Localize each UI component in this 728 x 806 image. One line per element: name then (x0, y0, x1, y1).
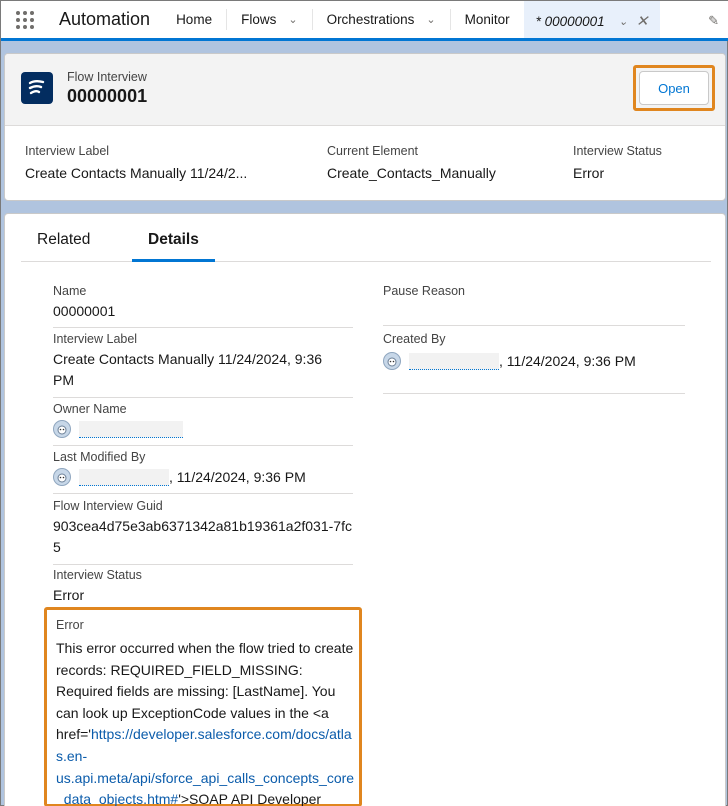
tab-label: * 00000001 (535, 13, 605, 29)
app-launcher-icon[interactable] (1, 1, 49, 38)
last-modified-user-link[interactable] (79, 468, 169, 486)
chevron-down-icon[interactable]: ⌄ (426, 13, 435, 26)
record-tabs: Related Details (21, 214, 711, 262)
field-label: Error (56, 618, 84, 632)
highlight-label: Interview Label (25, 144, 110, 158)
field-owner-name: Owner Name (53, 402, 353, 446)
field-value: Error (53, 587, 85, 603)
open-button[interactable]: Open (639, 71, 709, 105)
created-by-date: , 11/24/2024, 9:36 PM (499, 353, 636, 369)
nav-item-monitor[interactable]: Monitor (451, 1, 524, 38)
nav-item-label: Monitor (464, 12, 510, 27)
highlight-value: Error (573, 165, 605, 181)
last-modified-date: , 11/24/2024, 9:36 PM (169, 469, 306, 485)
tab-related[interactable]: Related (37, 231, 90, 259)
field-value: Create Contacts Manually 11/24/2024, 9:3… (53, 351, 323, 388)
chevron-down-icon[interactable]: ⌄ (619, 15, 628, 28)
created-by-user-link[interactable] (409, 352, 499, 370)
owner-user-link[interactable] (79, 420, 183, 438)
field-label: Created By (383, 332, 446, 346)
tab-record-00000001[interactable]: * 00000001 ⌄ ✕ (523, 1, 661, 38)
error-text: '>SOAP API Developer (178, 791, 322, 806)
nav-item-label: Flows (241, 12, 277, 27)
avatar (53, 468, 71, 486)
close-icon[interactable]: ✕ (636, 12, 649, 30)
highlights-panel: Interview Label Create Contacts Manually… (5, 126, 725, 200)
field-label: Last Modified By (53, 450, 146, 464)
avatar (383, 352, 401, 370)
highlight-interview-status: Interview Status Error (573, 144, 662, 181)
field-created-by: Created By , 11/24/2024, 9:36 PM (383, 332, 685, 394)
nav-item-orchestrations[interactable]: Orchestrations ⌄ (313, 1, 450, 38)
field-name: Name 00000001 (53, 284, 353, 328)
field-label: Name (53, 284, 87, 298)
field-value: 903cea4d75e3ab6371342a81b19361a2f031-7fc… (53, 518, 352, 555)
highlight-interview-label: Interview Label Create Contacts Manually… (25, 144, 247, 181)
highlight-label: Current Element (327, 144, 419, 158)
error-message: This error occurred when the flow tried … (56, 638, 356, 806)
nav-item-flows[interactable]: Flows ⌄ (227, 1, 311, 38)
field-interview-label: Interview Label Create Contacts Manually… (53, 332, 353, 398)
field-label: Flow Interview Guid (53, 499, 163, 513)
record-header: Flow Interview 00000001 Open Interview L… (4, 53, 726, 201)
field-flow-interview-guid: Flow Interview Guid 903cea4d75e3ab637134… (53, 499, 353, 565)
flow-interview-icon (21, 72, 53, 104)
top-nav-bar: Automation Home Flows ⌄ Orchestrations ⌄ M… (1, 1, 728, 41)
field-label: Pause Reason (383, 284, 466, 298)
field-label: Owner Name (53, 402, 127, 416)
field-label: Interview Label (53, 332, 138, 346)
field-last-modified-by: Last Modified By , 11/24/2024, 9:36 PM (53, 450, 353, 494)
object-type-label: Flow Interview (67, 70, 147, 84)
app-name: Automation (59, 9, 151, 29)
highlight-current-element: Current Element Create_Contacts_Manually (327, 144, 496, 181)
tab-details[interactable]: Details (132, 231, 215, 262)
nav-item-home[interactable]: Home (162, 1, 226, 38)
field-interview-status: Interview Status Error (53, 568, 353, 610)
page-title: 00000001 (67, 86, 148, 106)
highlight-value: Create_Contacts_Manually (327, 165, 496, 181)
nav-item-label: Home (176, 12, 213, 27)
avatar (53, 420, 71, 438)
chevron-down-icon[interactable]: ⌄ (288, 13, 297, 26)
field-pause-reason: Pause Reason (383, 284, 685, 326)
field-error: Error This error occurred when the flow … (44, 607, 362, 806)
pencil-icon[interactable]: ✎ (708, 13, 719, 29)
details-panel: Related Details Name 00000001 Interview … (4, 213, 726, 806)
open-button-highlight: Open (633, 65, 715, 111)
field-label: Interview Status (53, 568, 142, 582)
highlight-value: Create Contacts Manually 11/24/2... (25, 165, 248, 181)
nav-item-label: Orchestrations (326, 12, 415, 27)
highlight-label: Interview Status (573, 144, 662, 158)
field-value: 00000001 (53, 303, 116, 319)
